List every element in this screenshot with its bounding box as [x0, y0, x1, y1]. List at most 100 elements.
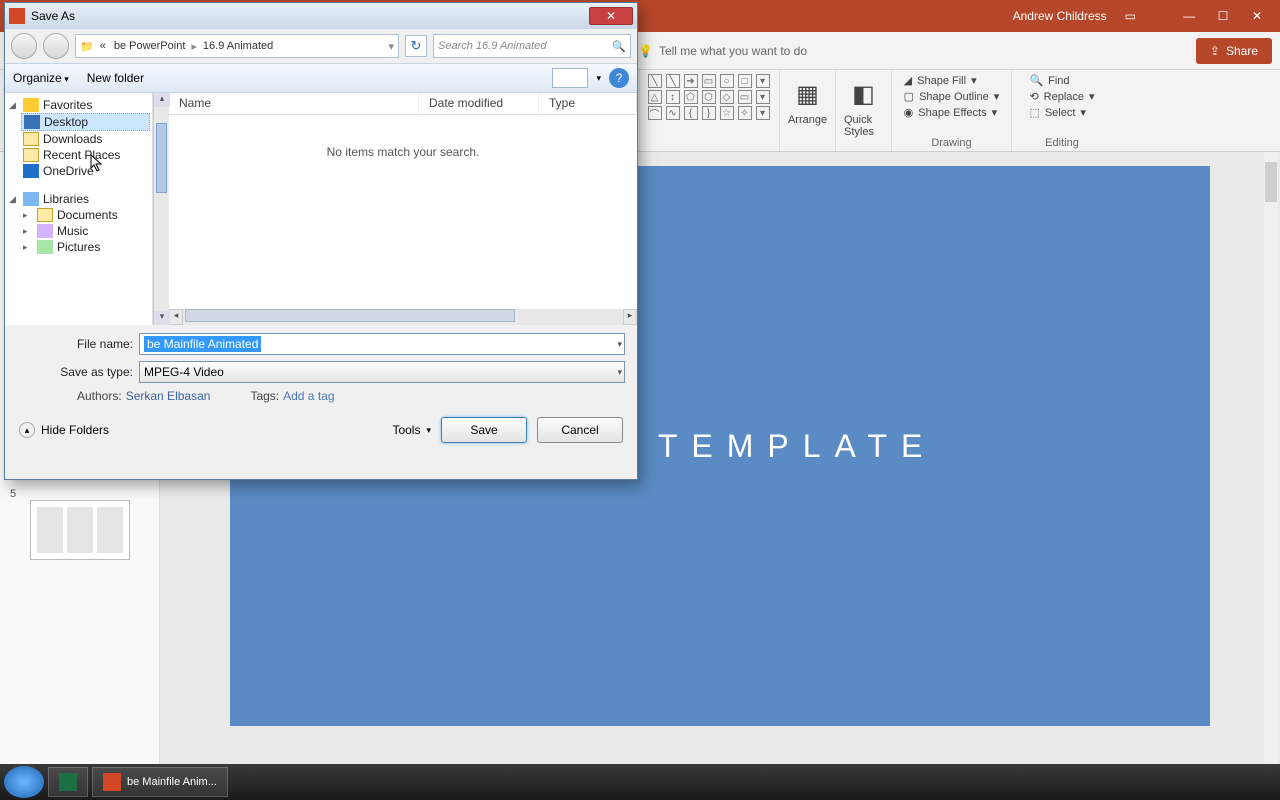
breadcrumb-seg2[interactable]: 16.9 Animated: [201, 40, 275, 52]
search-placeholder: Search 16.9 Animated: [438, 40, 546, 52]
file-list-header[interactable]: Name Date modified Type: [169, 93, 637, 115]
view-dropdown-icon[interactable]: ▾: [596, 73, 601, 84]
authors-value[interactable]: Serkan Elbasan: [126, 389, 211, 403]
share-icon: ⇪: [1210, 44, 1220, 58]
col-name[interactable]: Name: [169, 93, 419, 114]
ribbon-shapes-gallery[interactable]: ╲╲➜▭○□▾ △↕⬠⬡◇▭▾ ⌒∿{}☆✧▾: [640, 70, 780, 151]
empty-message: No items match your search.: [169, 115, 637, 309]
tree-favorites[interactable]: ◢Favorites: [7, 97, 150, 113]
star-icon: [23, 98, 39, 112]
taskbar[interactable]: be Mainfile Anim...: [0, 764, 1280, 800]
dialog-titlebar[interactable]: Save As ✕: [5, 3, 637, 29]
authors-label: Authors:: [77, 389, 122, 403]
tree-music[interactable]: ▸Music: [21, 223, 150, 239]
tree-downloads[interactable]: Downloads: [21, 131, 150, 147]
col-type[interactable]: Type: [539, 93, 637, 114]
save-type-select[interactable]: MPEG-4 Video ▾: [139, 361, 625, 383]
folder-tree[interactable]: ◢Favorites Desktop Downloads Recent Plac…: [5, 93, 153, 325]
taskbar-powerpoint[interactable]: be Mainfile Anim...: [92, 767, 228, 797]
cancel-button[interactable]: Cancel: [537, 417, 623, 443]
shape-outline-button[interactable]: ▢ Shape Outline ▾: [904, 90, 1000, 103]
scroll-up-icon: ▴: [154, 93, 170, 107]
tree-recent[interactable]: Recent Places: [21, 147, 150, 163]
ribbon-editing: 🔍 Find ⟲ Replace ▾ ⬚ Select ▾ Editing: [1012, 70, 1112, 151]
tree-scrollbar[interactable]: ▴ ▾: [153, 93, 169, 325]
minimize-icon[interactable]: —: [1174, 9, 1204, 23]
file-list[interactable]: Name Date modified Type No items match y…: [169, 93, 637, 325]
breadcrumb-seg1[interactable]: be PowerPoint: [112, 40, 188, 52]
dialog-form: File name: be Mainfile Animated ▾ Save a…: [5, 325, 637, 409]
help-button[interactable]: ?: [609, 68, 629, 88]
quick-styles-button[interactable]: ◧ Quick Styles: [836, 70, 892, 151]
tools-button[interactable]: Tools▾: [392, 423, 431, 437]
breadcrumb-dropdown-icon[interactable]: ▾: [388, 40, 394, 53]
tellme-icon: 💡: [638, 44, 653, 58]
file-name-label: File name:: [17, 337, 133, 351]
shape-effects-button[interactable]: ◉ Shape Effects ▾: [904, 106, 1000, 119]
editing-group-label: Editing: [1012, 137, 1112, 149]
close-icon[interactable]: ✕: [1242, 9, 1272, 23]
tree-documents[interactable]: ▸Documents: [21, 207, 150, 223]
workspace-scrollbar[interactable]: [1264, 152, 1278, 766]
tags-label: Tags:: [250, 389, 279, 403]
tree-desktop[interactable]: Desktop: [21, 113, 150, 131]
start-button[interactable]: [4, 766, 44, 798]
address-breadcrumb[interactable]: 📁 « be PowerPoint ▸ 16.9 Animated ▾: [75, 34, 399, 58]
scroll-thumb: [156, 123, 167, 193]
documents-icon: [37, 208, 53, 222]
libraries-icon: [23, 192, 39, 206]
view-mode-button[interactable]: [552, 68, 588, 88]
dialog-close-button[interactable]: ✕: [589, 7, 633, 25]
ribbon-shape-format: ◢ Shape Fill ▾ ▢ Shape Outline ▾ ◉ Shape…: [892, 70, 1012, 151]
slide-thumb-5[interactable]: [30, 500, 130, 560]
search-icon[interactable]: 🔍: [612, 40, 626, 53]
forward-button[interactable]: [43, 33, 69, 59]
dialog-toolbar: Organize New folder ▾ ?: [5, 63, 637, 93]
thumb-number-5: 5: [10, 488, 153, 500]
replace-button[interactable]: ⟲ Replace ▾: [1029, 90, 1094, 103]
save-type-label: Save as type:: [17, 365, 133, 379]
select-button[interactable]: ⬚ Select ▾: [1029, 106, 1094, 119]
taskbar-excel[interactable]: [48, 767, 88, 797]
add-tag-link[interactable]: Add a tag: [283, 389, 334, 403]
tree-libraries[interactable]: ◢Libraries: [7, 191, 150, 207]
taskbar-app-label: be Mainfile Anim...: [127, 776, 217, 788]
arrange-button[interactable]: ▦ Arrange: [780, 70, 836, 151]
ribbon-options-icon[interactable]: ▭: [1125, 9, 1136, 23]
search-input[interactable]: Search 16.9 Animated 🔍: [433, 34, 631, 58]
chevron-up-icon: ▴: [19, 422, 35, 438]
dialog-body: ◢Favorites Desktop Downloads Recent Plac…: [5, 93, 637, 325]
back-button[interactable]: [11, 33, 37, 59]
new-folder-button[interactable]: New folder: [87, 71, 144, 85]
hscroll-thumb: [185, 309, 515, 322]
hscroll-left-icon: ◂: [169, 309, 183, 325]
show-desktop-button[interactable]: [1264, 767, 1276, 797]
pictures-icon: [37, 240, 53, 254]
savetype-dropdown-icon[interactable]: ▾: [617, 367, 622, 378]
shape-fill-button[interactable]: ◢ Shape Fill ▾: [904, 74, 1000, 87]
file-hscroll[interactable]: ◂ ▸: [169, 309, 637, 325]
filename-dropdown-icon[interactable]: ▾: [617, 339, 622, 350]
file-name-input[interactable]: be Mainfile Animated ▾: [139, 333, 625, 355]
tellme-text[interactable]: Tell me what you want to do: [659, 44, 807, 58]
organize-button[interactable]: Organize: [13, 71, 69, 85]
file-name-value: be Mainfile Animated: [144, 336, 261, 352]
hide-folders-button[interactable]: ▴ Hide Folders: [19, 422, 109, 438]
tree-onedrive[interactable]: OneDrive: [21, 163, 150, 179]
dialog-nav: 📁 « be PowerPoint ▸ 16.9 Animated ▾ ↻ Se…: [5, 29, 637, 63]
dialog-footer: ▴ Hide Folders Tools▾ Save Cancel: [5, 409, 637, 455]
drawing-group-label: Drawing: [892, 137, 1011, 149]
music-icon: [37, 224, 53, 238]
share-button[interactable]: ⇪ Share: [1196, 38, 1272, 64]
refresh-button[interactable]: ↻: [405, 35, 427, 57]
col-modified[interactable]: Date modified: [419, 93, 539, 114]
save-button[interactable]: Save: [441, 417, 527, 443]
tree-pictures[interactable]: ▸Pictures: [21, 239, 150, 255]
maximize-icon[interactable]: ☐: [1208, 9, 1238, 23]
chevron-right-icon[interactable]: ▸: [191, 40, 197, 53]
folder-icon: 📁: [80, 40, 94, 53]
downloads-icon: [23, 132, 39, 146]
onedrive-icon: [23, 164, 39, 178]
dialog-title: Save As: [31, 9, 75, 23]
find-button[interactable]: 🔍 Find: [1029, 74, 1094, 87]
